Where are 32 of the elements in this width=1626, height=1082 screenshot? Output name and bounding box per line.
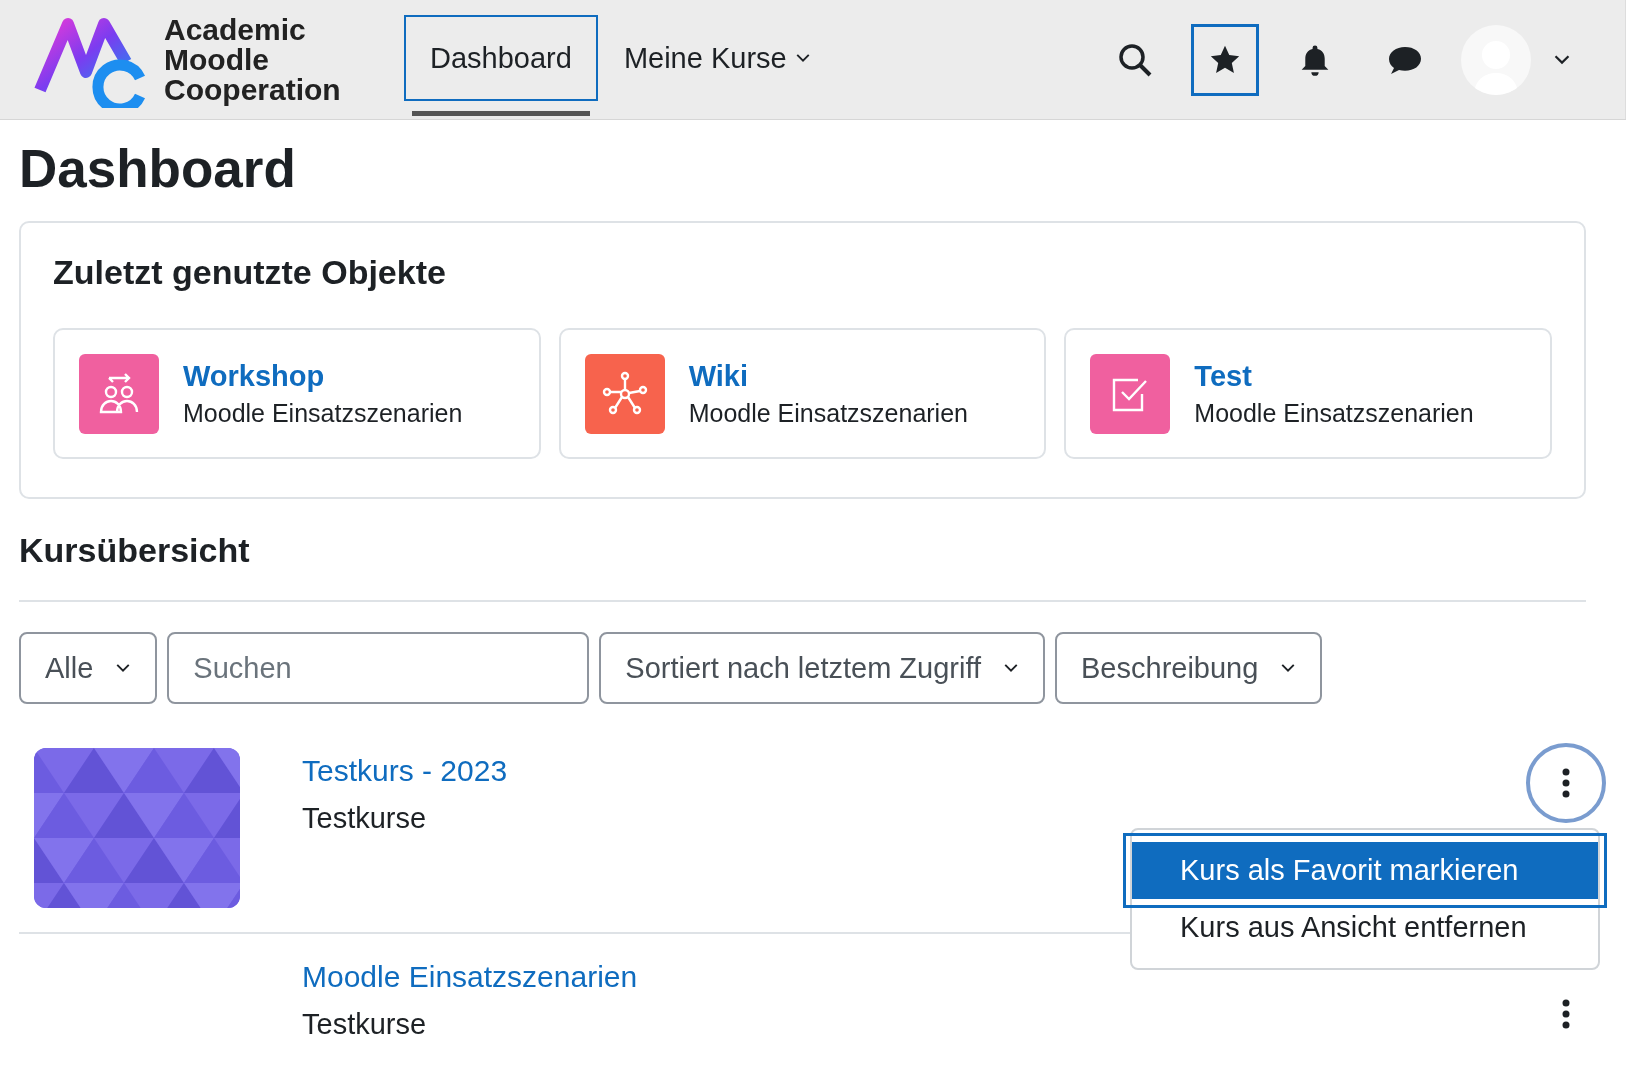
section-title: Kursübersicht [19, 531, 251, 570]
page-title: Dashboard [19, 138, 297, 199]
chevron-down-icon [1553, 54, 1571, 65]
activity-link[interactable]: Test [1194, 359, 1474, 393]
chevron-down-icon [1280, 663, 1297, 673]
activity-link[interactable]: Wiki [688, 359, 968, 393]
nav-tab[interactable]: Dashboard [404, 15, 598, 101]
course-category: Testkurse [302, 1008, 428, 1041]
course-name: Moodle Einsatzszenarien [1194, 398, 1474, 428]
logo-text: Academic Moodle Cooperation [164, 14, 342, 105]
chevron-down-icon [1003, 663, 1020, 673]
menu-item[interactable]: Kurs als Favorit markieren [1132, 842, 1598, 899]
section-title: Zuletzt genutzte Objekte [53, 253, 447, 292]
filter-dropdown[interactable]: Beschreibung [1055, 632, 1323, 704]
nav-tab[interactable]: Meine Kurse [597, 15, 837, 101]
kebab-icon [1562, 999, 1570, 1029]
search-icon [1118, 42, 1152, 77]
course-link[interactable]: Moodle Einsatzszenarien [302, 960, 638, 994]
filter-dropdown[interactable]: Alle [19, 632, 158, 704]
speech-bubble-icon [1387, 44, 1423, 75]
chevron-down-icon [794, 53, 811, 63]
course-category: Testkurse [302, 802, 428, 835]
course-link[interactable]: Testkurs - 2023 [302, 754, 508, 788]
filter-dropdown[interactable]: Sortiert nach letztem Zugriff [599, 632, 1046, 704]
favourites-button[interactable] [1191, 23, 1259, 96]
chevron-down-icon [115, 663, 132, 673]
menu-item[interactable]: Kurs aus Ansicht entfernen [1132, 899, 1598, 956]
course-name: Moodle Einsatzszenarien [688, 398, 968, 428]
kebab-icon [1562, 768, 1570, 798]
search-field[interactable]: Suchen [167, 632, 590, 704]
course-name: Moodle Einsatzszenarien [183, 398, 463, 428]
activity-link[interactable]: Workshop [183, 359, 463, 393]
